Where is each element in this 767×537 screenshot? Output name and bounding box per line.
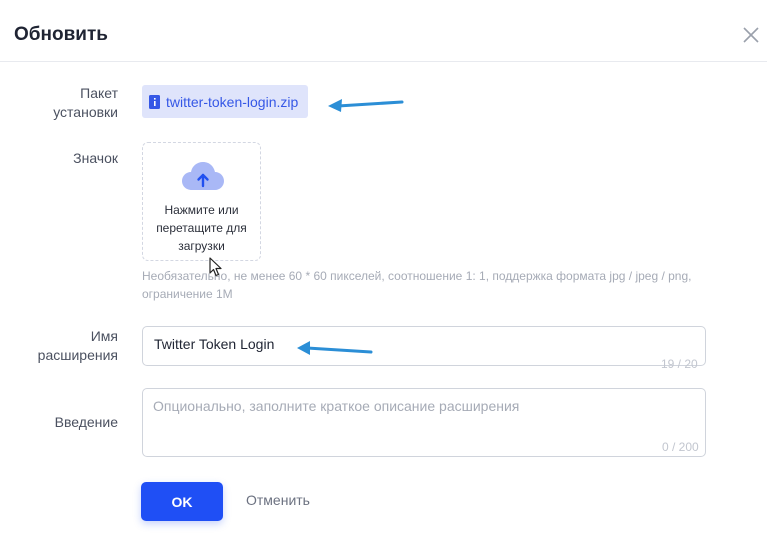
upload-text-line3: загрузки (178, 239, 225, 253)
extension-name-field[interactable] (142, 326, 706, 366)
intro-field[interactable]: 0 / 200 (142, 388, 706, 457)
upload-hint-line2: ограничение 1M (142, 287, 233, 301)
name-label-line2: расширения (37, 347, 118, 363)
name-char-counter: 19 / 20 (661, 357, 698, 371)
upload-hint: Необязательно, не менее 60 * 60 пикселей… (142, 267, 712, 303)
annotation-arrow-name (297, 341, 373, 355)
name-label: Имя расширения (20, 327, 118, 365)
mouse-cursor-icon (209, 257, 222, 277)
intro-textarea[interactable] (153, 398, 683, 438)
intro-label: Введение (54, 414, 118, 430)
intro-char-counter: 0 / 200 (662, 440, 699, 454)
package-file-chip[interactable]: twitter-token-login.zip (142, 85, 308, 118)
upload-text-line1: Нажмите или (164, 203, 239, 217)
dialog-header: Обновить (0, 0, 767, 62)
package-label: Пакет установки (40, 84, 118, 122)
name-label-line1: Имя (90, 328, 118, 344)
package-label-line2: установки (53, 104, 118, 120)
annotation-arrow-package (328, 99, 404, 112)
extension-name-input[interactable] (154, 336, 634, 352)
close-icon[interactable] (740, 24, 762, 46)
upload-instructions: Нажмите или перетащите для загрузки (143, 201, 260, 255)
icon-label: Значок (73, 150, 118, 166)
dialog-title: Обновить (14, 24, 108, 45)
package-label-line1: Пакет (80, 85, 118, 101)
ok-button[interactable]: OK (141, 482, 223, 521)
icon-upload-area[interactable]: Нажмите или перетащите для загрузки (142, 142, 261, 261)
cloud-upload-icon (182, 162, 224, 190)
upload-text-line2: перетащите для (156, 221, 247, 235)
file-icon (149, 94, 160, 109)
update-dialog: Обновить Пакет установки twitter-token-l… (0, 0, 767, 537)
package-file-name: twitter-token-login.zip (166, 93, 299, 110)
cancel-button[interactable]: Отменить (246, 492, 310, 508)
upload-hint-line1: Необязательно, не менее 60 * 60 пикселей… (142, 269, 692, 283)
